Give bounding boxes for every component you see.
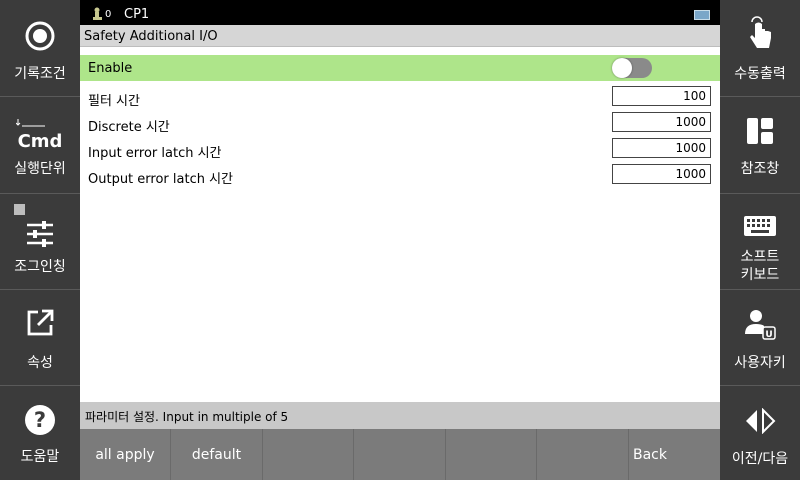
help-button[interactable]: ? 도움말: [0, 386, 80, 480]
function-button-4[interactable]: [354, 429, 446, 480]
function-button-3[interactable]: [263, 429, 354, 480]
page-title: Safety Additional I/O: [84, 29, 218, 44]
help-icon: ?: [0, 404, 80, 436]
status-bar: 0 CP1: [80, 0, 720, 25]
reference-window-button[interactable]: 참조창: [720, 97, 800, 192]
touch-hand-icon: [720, 16, 800, 52]
output-latch-input[interactable]: 1000: [612, 164, 711, 184]
cmd-label: Cmd: [17, 131, 63, 152]
robot-icon: [92, 6, 104, 25]
all-apply-button[interactable]: all apply: [80, 429, 171, 480]
message-text: 파라미터 설정. Input in multiple of 5: [85, 410, 289, 424]
enable-row: Enable: [80, 55, 720, 81]
default-label: default: [191, 447, 242, 463]
robot-count: 0: [105, 9, 112, 20]
sliders-icon: [0, 220, 80, 248]
user-key-button[interactable]: U 사용자키: [720, 290, 800, 385]
soft-keyboard-label-line1: 소프트: [740, 249, 780, 265]
function-button-5[interactable]: [446, 429, 537, 480]
record-condition-label: 기록조건: [14, 66, 66, 82]
back-label: Back: [633, 447, 667, 463]
filter-time-label: 필터 시간: [88, 94, 140, 109]
user-key-icon: U: [720, 308, 800, 340]
external-link-icon: [0, 308, 80, 338]
toggle-knob: [612, 58, 632, 78]
message-bar: 파라미터 설정. Input in multiple of 5: [80, 402, 720, 429]
page-title-bar: Safety Additional I/O: [80, 25, 720, 47]
soft-keyboard-label-line2: 키보드: [740, 267, 780, 283]
input-latch-input[interactable]: 1000: [612, 138, 711, 158]
reference-window-label: 참조창: [740, 161, 780, 177]
prev-next-arrows-icon: [720, 408, 800, 434]
step-icon: [15, 113, 45, 127]
record-condition-button[interactable]: 기록조건: [0, 0, 80, 95]
svg-text:?: ?: [34, 408, 46, 432]
input-latch-row: Input error latch 시간 1000: [80, 136, 720, 162]
keyboard-icon: [720, 216, 800, 236]
input-latch-label: Input error latch 시간: [88, 146, 222, 161]
default-button[interactable]: default: [171, 429, 263, 480]
exec-unit-label: 실행단위: [14, 161, 66, 177]
cp-label: CP1: [124, 7, 150, 22]
filter-time-row: 필터 시간 100: [80, 84, 720, 110]
output-latch-row: Output error latch 시간 1000: [80, 162, 720, 188]
discrete-time-label: Discrete 시간: [88, 120, 170, 135]
jogging-label: 조그인칭: [14, 259, 66, 275]
properties-button[interactable]: 속성: [0, 290, 80, 385]
output-latch-label: Output error latch 시간: [88, 172, 234, 187]
discrete-time-row: Discrete 시간 1000: [80, 110, 720, 136]
help-label: 도움말: [20, 449, 60, 465]
filter-time-input[interactable]: 100: [612, 86, 711, 106]
layout-panels-icon: [720, 117, 800, 145]
exec-unit-button[interactable]: Cmd 실행단위: [0, 97, 80, 192]
manual-output-button[interactable]: 수동출력: [720, 0, 800, 95]
back-button[interactable]: Back: [629, 429, 720, 480]
app-root: 기록조건 Cmd 실행단위 조그인칭 속성 ? 도움말 0 CP1 Safety…: [0, 0, 800, 480]
left-panel: 기록조건 Cmd 실행단위 조그인칭 속성 ? 도움말: [0, 0, 80, 480]
prev-next-label: 이전/다음: [731, 451, 789, 467]
settings-panel: Enable 필터 시간 100 Discrete 시간 1000 Input …: [80, 47, 720, 402]
prev-next-button[interactable]: 이전/다음: [720, 386, 800, 480]
indicator-square-icon: [14, 204, 25, 215]
function-button-6[interactable]: [537, 429, 629, 480]
svg-text:U: U: [765, 330, 772, 340]
battery-icon: [694, 10, 710, 20]
soft-keyboard-button[interactable]: 소프트 키보드: [720, 194, 800, 289]
right-panel: 수동출력 참조창 소프트 키보드 U 사용자키 이전/다음: [720, 0, 800, 480]
all-apply-label: all apply: [95, 447, 155, 463]
manual-output-label: 수동출력: [734, 66, 786, 82]
enable-label: Enable: [88, 61, 133, 76]
jogging-button[interactable]: 조그인칭: [0, 194, 80, 289]
enable-toggle[interactable]: [612, 58, 652, 78]
record-icon: [0, 20, 80, 52]
properties-label: 속성: [27, 355, 53, 371]
discrete-time-input[interactable]: 1000: [612, 112, 711, 132]
bottom-function-bar: all apply default Back: [80, 429, 720, 480]
user-key-label: 사용자키: [734, 355, 786, 371]
